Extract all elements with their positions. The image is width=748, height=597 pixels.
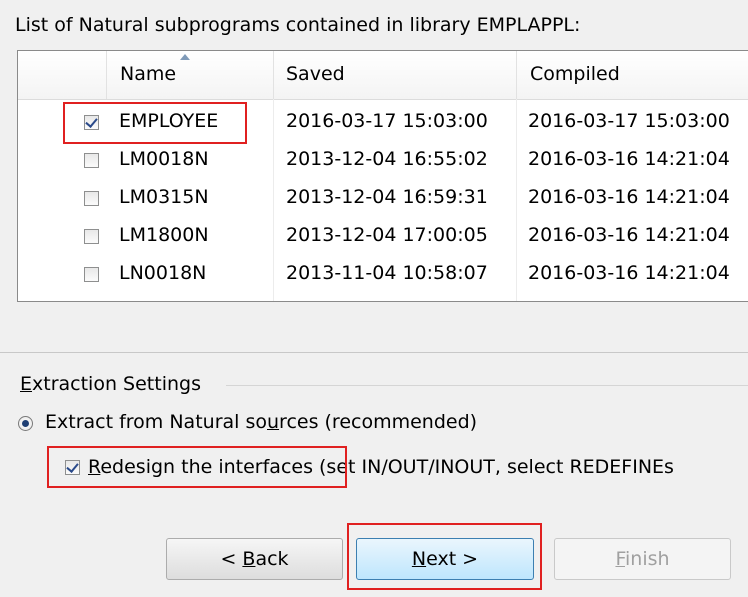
row-saved: 2016-03-17 15:03:00 — [286, 110, 488, 132]
row-checkbox[interactable] — [84, 267, 99, 282]
subprogram-list-section: List of Natural subprograms contained in… — [0, 0, 748, 352]
column-header-saved[interactable]: Saved — [286, 63, 345, 85]
table-row[interactable]: LN0018N 2013-11-04 10:58:07 2016-03-16 1… — [18, 255, 748, 293]
row-saved: 2013-11-04 10:58:07 — [286, 262, 488, 284]
row-name: LM0315N — [119, 186, 209, 208]
row-saved: 2013-12-04 17:00:05 — [286, 224, 488, 246]
row-name: LN0018N — [119, 262, 207, 284]
column-header-compiled[interactable]: Compiled — [530, 63, 620, 85]
row-name: LM0018N — [119, 148, 209, 170]
row-checkbox[interactable] — [84, 153, 99, 168]
row-name: LM1800N — [119, 224, 209, 246]
row-checkbox[interactable] — [84, 229, 99, 244]
row-compiled: 2016-03-16 14:21:04 — [528, 224, 730, 246]
row-compiled: 2016-03-16 14:21:04 — [528, 262, 730, 284]
table-header: Name Saved Compiled — [18, 51, 748, 100]
extraction-settings-title: Extraction Settings — [20, 373, 201, 395]
highlight-box-next — [347, 523, 542, 590]
table-row[interactable]: LM0018N 2013-12-04 16:55:02 2016-03-16 1… — [18, 141, 748, 179]
sort-ascending-icon — [180, 54, 190, 60]
list-title: List of Natural subprograms contained in… — [15, 14, 581, 36]
group-divider — [226, 385, 748, 386]
row-saved: 2013-12-04 16:59:31 — [286, 186, 488, 208]
column-header-name[interactable]: Name — [120, 63, 176, 85]
row-compiled: 2016-03-16 14:21:04 — [528, 186, 730, 208]
finish-button: Finish — [554, 538, 731, 580]
highlight-box-employee — [63, 102, 247, 144]
header-separator — [273, 51, 274, 99]
table-row[interactable]: LM0315N 2013-12-04 16:59:31 2016-03-16 1… — [18, 179, 748, 217]
row-compiled: 2016-03-16 14:21:04 — [528, 148, 730, 170]
extract-natural-radio[interactable] — [18, 416, 33, 431]
row-compiled: 2016-03-17 15:03:00 — [528, 110, 730, 132]
back-button[interactable]: < Back — [166, 538, 343, 580]
subprogram-table: Name Saved Compiled EMPLOYEE 2016-03-17 … — [17, 50, 748, 302]
table-row[interactable]: LM1800N 2013-12-04 17:00:05 2016-03-16 1… — [18, 217, 748, 255]
header-separator — [106, 51, 107, 99]
row-checkbox[interactable] — [84, 191, 99, 206]
highlight-box-redesign — [47, 446, 347, 488]
row-saved: 2013-12-04 16:55:02 — [286, 148, 488, 170]
extract-natural-label[interactable]: Extract from Natural sources (recommende… — [45, 411, 477, 433]
header-separator — [516, 51, 517, 99]
